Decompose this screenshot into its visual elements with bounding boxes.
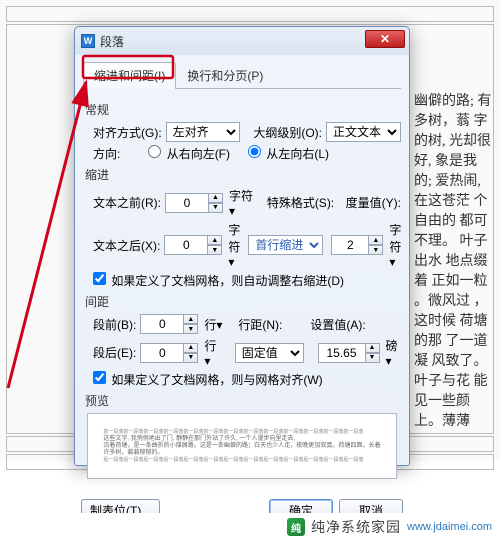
dialog-title: 段落 [100,33,124,50]
indent-before-input[interactable] [165,193,209,213]
indent-after-input[interactable] [164,235,208,255]
indent-after-unit: 字符▾ [228,221,240,269]
direction-ltr-label: 从左向右(L) [266,147,329,161]
direction-ltr-option[interactable]: 从左向右(L) [248,145,329,162]
align-label: 对齐方式(G): [93,124,162,141]
tab-strip: 缩进和间距(I) 换行和分页(P) [83,61,401,89]
footer-site-name: 纯净系统家园 [311,517,401,537]
auto-indent-label: 如果定义了文档网格，则自动调整右缩进(D) [111,274,344,288]
space-after-unit: 行▾ [204,337,220,368]
special-combo[interactable]: 首行缩进 [248,235,323,255]
app-icon: W [81,34,95,48]
grid-align-option[interactable]: 如果定义了文档网格，则与网格对齐(W) [93,371,323,388]
space-before-spin[interactable]: ▲▼ [184,314,198,334]
page-footer: 纯 纯净系统家园 www.jdaimei.com [0,513,500,541]
tab-indent-spacing[interactable]: 缩进和间距(I) [83,62,176,89]
measure-unit: 字符▾ [389,221,401,269]
special-label: 特殊格式(S): [267,194,334,211]
tab-line-page-break[interactable]: 换行和分页(P) [176,62,274,89]
line-spacing-combo[interactable]: 固定值 [235,343,305,363]
setval-input[interactable] [318,343,366,363]
line-spacing-label: 行距(N): [238,316,282,333]
section-general: 常规 [85,101,401,118]
direction-rtl-label: 从右向左(F) [167,147,230,161]
grid-align-label: 如果定义了文档网格，则与网格对齐(W) [111,373,322,387]
auto-indent-check[interactable] [93,272,106,285]
paragraph-dialog: W 段落 ✕ 缩进和间距(I) 换行和分页(P) 常规 对齐方式(G): 左对齐… [74,26,410,466]
measure-spin[interactable]: ▲▼ [369,235,383,255]
indent-before-spin[interactable]: ▲▼ [209,193,223,213]
preview-box: 前一段落前一段落前一段落前一段落前一段落前一段落前一段落前一段落前一段落前一段落… [87,413,397,479]
grid-align-check[interactable] [93,371,106,384]
measure-input[interactable] [331,235,369,255]
indent-after-spin[interactable]: ▲▼ [208,235,222,255]
setval-unit: 磅▾ [386,337,402,368]
auto-indent-option[interactable]: 如果定义了文档网格，则自动调整右缩进(D) [93,272,344,289]
section-preview: 预览 [85,392,401,409]
space-after-input[interactable] [140,343,184,363]
section-spacing: 间距 [85,293,401,310]
space-after-spin[interactable]: ▲▼ [184,343,198,363]
direction-label: 方向: [93,145,120,162]
direction-rtl-radio[interactable] [148,145,161,158]
space-after-label: 段后(E): [93,344,136,361]
space-before-label: 段前(B): [93,316,136,333]
indent-after-label: 文本之后(X): [93,237,160,254]
section-indent: 缩进 [85,166,401,183]
measure-label: 度量值(Y): [346,194,401,211]
indent-before-unit: 字符▾ [229,187,255,218]
preview-line: 这些文字, 我悄悄地出了门, 静静在那门外站了许久, 一个人漫步向里走去, [103,436,380,443]
titlebar[interactable]: W 段落 ✕ [75,27,409,55]
space-before-unit: 行▾ [204,316,222,333]
indent-before-label: 文本之前(R): [93,194,161,211]
alignment-combo[interactable]: 左对齐 [166,122,241,142]
preview-line: 前一段落前一段落前一段落前一段落前一段落前一段落前一段落前一段落前一段落前一段落… [103,429,380,436]
outline-combo[interactable]: 正文文本 [326,122,401,142]
preview-line: 后一段落后一段落后一段落后一段落后一段落后一段落后一段落后一段落后一段落后一段落… [103,457,380,464]
direction-rtl-option[interactable]: 从右向左(F) [148,145,230,162]
preview-line: 沿着荷塘，是一条曲折的小煤屑路。这是一条幽僻的路；白天也少人走，夜晚更加寂寞。荷… [103,443,380,457]
close-button[interactable]: ✕ [365,30,405,48]
setval-spin[interactable]: ▲▼ [366,343,380,363]
footer-logo-icon: 纯 [287,518,305,536]
direction-ltr-radio[interactable] [248,145,261,158]
setval-label: 设置值(A): [310,316,365,333]
footer-site-url: www.jdaimei.com [407,521,492,533]
close-icon: ✕ [380,32,390,46]
outline-label: 大纲级别(O): [253,124,322,141]
bg-doc-text: 幽僻的路; 有多树，蓊 字的树, 光却很好, 象是我的; 爱热闹, 在这苍茫 个… [414,92,494,432]
space-before-input[interactable] [140,314,184,334]
